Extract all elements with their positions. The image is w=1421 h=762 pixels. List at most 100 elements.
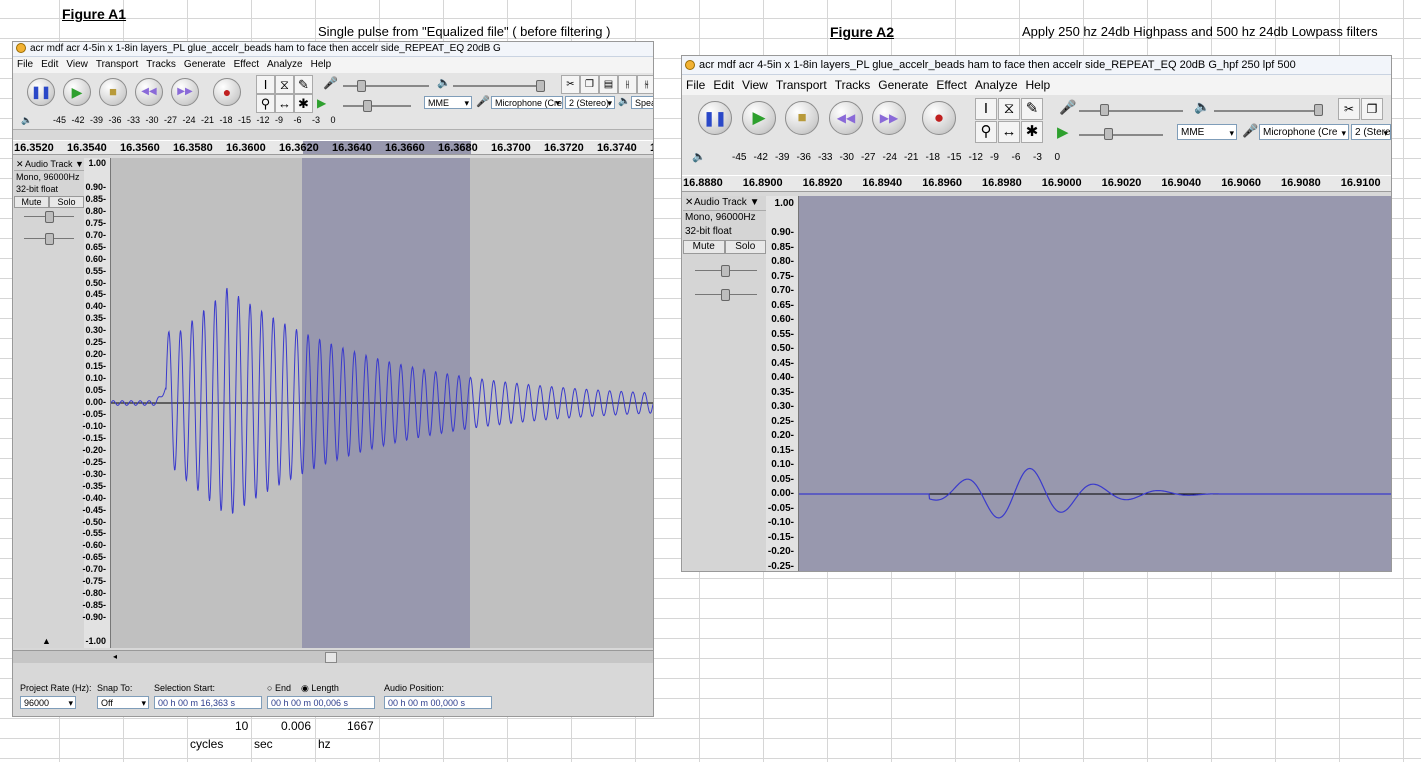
cut-button[interactable]: ✂ (561, 75, 580, 94)
stop-button[interactable]: ■ (785, 101, 819, 135)
trim-button[interactable]: ⫲ (618, 75, 637, 94)
output-volume-knob[interactable] (536, 80, 545, 92)
menu-item-transport[interactable]: Transport (776, 78, 827, 92)
length-field[interactable]: 00 h 00 m 00,006 s (267, 696, 375, 709)
timeline-ruler[interactable]: 16.8880 16.8900 16.8920 16.8940 16.8960 16.89… (682, 175, 1391, 192)
length-radio[interactable]: ◉ Length (301, 683, 339, 694)
copy-button[interactable]: ❐ (1361, 98, 1383, 120)
menu-item-file[interactable]: File (17, 59, 33, 70)
menu-item-analyze[interactable]: Analyze (975, 78, 1018, 92)
scroll-thumb[interactable] (325, 652, 337, 663)
menu-item-edit[interactable]: Edit (41, 59, 58, 70)
playback-speed-slider[interactable] (1079, 134, 1163, 136)
menu-item-transport[interactable]: Transport (96, 59, 138, 70)
close-track-icon[interactable]: ✕ (16, 158, 25, 170)
input-volume-knob[interactable] (1100, 104, 1109, 116)
menu-item-analyze[interactable]: Analyze (267, 59, 303, 70)
pause-button[interactable]: ❚❚ (27, 78, 55, 106)
input-volume-slider[interactable] (343, 85, 429, 87)
playback-speed-slider[interactable] (343, 105, 411, 107)
window-titlebar[interactable]: acr mdf acr 4-5in x 1-8in layers_PL glue… (13, 42, 653, 57)
pan-knob[interactable] (721, 289, 730, 301)
play-at-speed-icon[interactable]: ▶ (1057, 123, 1069, 141)
cell-cycles-value[interactable]: 10 (235, 719, 248, 733)
selection-tool[interactable]: I (256, 75, 275, 94)
input-device-select[interactable]: Microphone (Cre (491, 96, 563, 109)
timeshift-tool[interactable]: ↔ (998, 121, 1020, 143)
waveform-area[interactable] (111, 158, 653, 648)
record-button[interactable]: ● (922, 101, 956, 135)
timeshift-tool[interactable]: ↔ (275, 94, 294, 113)
input-volume-knob[interactable] (357, 80, 366, 92)
skip-end-button[interactable]: ▶▶ (171, 78, 199, 106)
mute-button[interactable]: Mute (683, 240, 725, 254)
menu-item-file[interactable]: File (686, 78, 705, 92)
silence-button[interactable]: ⫳ (637, 75, 653, 94)
track-name-header[interactable]: ✕Audio Track ▼ (14, 158, 84, 171)
waveform-area[interactable] (799, 196, 1391, 571)
track-name-header[interactable]: ✕Audio Track ▼ (683, 196, 766, 211)
end-radio[interactable]: ○ End (267, 683, 291, 693)
track-menu-chevron-icon[interactable]: ▼ (75, 159, 84, 169)
menu-item-generate[interactable]: Generate (184, 59, 226, 70)
solo-button[interactable]: Solo (724, 240, 766, 254)
cell-hz-value[interactable]: 1667 (347, 719, 374, 733)
cut-button[interactable]: ✂ (1338, 98, 1360, 120)
cell-hz-label[interactable]: hz (318, 737, 331, 751)
output-volume-knob[interactable] (1314, 104, 1323, 116)
record-button[interactable]: ● (213, 78, 241, 106)
channels-select[interactable]: 2 (Stereo (1351, 124, 1391, 140)
play-button[interactable]: ▶ (63, 78, 91, 106)
snap-to-select[interactable]: Off (97, 696, 149, 709)
play-button[interactable]: ▶ (742, 101, 776, 135)
gain-knob[interactable] (45, 211, 54, 223)
collapse-track-icon[interactable]: ▲ (42, 636, 51, 646)
scroll-left-icon[interactable]: ◂ (113, 652, 117, 661)
cell-sec-label[interactable]: sec (254, 737, 273, 751)
channels-select[interactable]: 2 (Stereo) (565, 96, 615, 109)
play-at-speed-icon[interactable]: ▶ (317, 96, 326, 110)
multi-tool[interactable]: ✱ (294, 94, 313, 113)
menu-item-view[interactable]: View (66, 59, 88, 70)
menu-item-edit[interactable]: Edit (713, 78, 734, 92)
paste-button[interactable]: ▤ (599, 75, 618, 94)
draw-tool[interactable]: ✎ (1021, 98, 1043, 120)
output-volume-slider[interactable] (1214, 110, 1318, 112)
zoom-tool[interactable]: ⚲ (975, 121, 997, 143)
mute-button[interactable]: Mute (14, 196, 49, 208)
track-menu-chevron-icon[interactable]: ▼ (750, 197, 760, 208)
stop-button[interactable]: ■ (99, 78, 127, 106)
output-device-select[interactable]: Spea (631, 96, 653, 109)
close-track-icon[interactable]: ✕ (685, 196, 694, 210)
pause-button[interactable]: ❚❚ (698, 101, 732, 135)
cell-sec-value[interactable]: 0.006 (281, 719, 311, 733)
menu-item-generate[interactable]: Generate (878, 78, 928, 92)
zoom-tool[interactable]: ⚲ (256, 94, 275, 113)
gain-knob[interactable] (721, 265, 730, 277)
draw-tool[interactable]: ✎ (294, 75, 313, 94)
selection-start-field[interactable]: 00 h 00 m 16,363 s (154, 696, 262, 709)
solo-button[interactable]: Solo (49, 196, 84, 208)
envelope-tool[interactable]: ⧖ (998, 98, 1020, 120)
copy-button[interactable]: ❐ (580, 75, 599, 94)
skip-start-button[interactable]: ◀◀ (829, 101, 863, 135)
input-volume-slider[interactable] (1079, 110, 1183, 112)
menu-item-tracks[interactable]: Tracks (835, 78, 871, 92)
input-device-select[interactable]: Microphone (Cre (1259, 124, 1349, 140)
envelope-tool[interactable]: ⧖ (275, 75, 294, 94)
menu-item-help[interactable]: Help (311, 59, 332, 70)
audio-position-field[interactable]: 00 h 00 m 00,000 s (384, 696, 492, 709)
menu-item-effect[interactable]: Effect (936, 78, 966, 92)
timeline-ruler[interactable]: 16.3520 16.3540 16.3560 16.3580 16.3600 16.36… (13, 140, 653, 155)
cell-cycles-label[interactable]: cycles (190, 737, 223, 751)
multi-tool[interactable]: ✱ (1021, 121, 1043, 143)
project-rate-select[interactable]: 96000 (20, 696, 76, 709)
pan-knob[interactable] (45, 233, 54, 245)
window-titlebar[interactable]: acr mdf acr 4-5in x 1-8in layers_PL glue… (682, 56, 1391, 75)
skip-start-button[interactable]: ◀◀ (135, 78, 163, 106)
selection-tool[interactable]: I (975, 98, 997, 120)
host-select[interactable]: MME (424, 96, 472, 109)
menu-item-tracks[interactable]: Tracks (146, 59, 176, 70)
playback-speed-knob[interactable] (1104, 128, 1113, 140)
host-select[interactable]: MME (1177, 124, 1237, 140)
